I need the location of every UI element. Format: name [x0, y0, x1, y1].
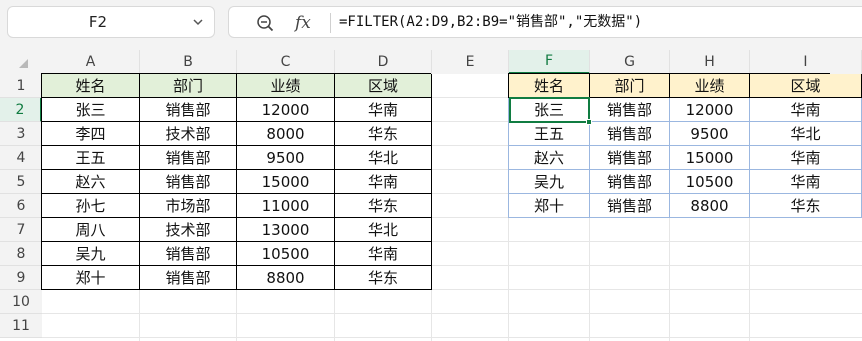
source-data-cell[interactable]: 11000 [237, 194, 335, 218]
source-data-cell[interactable]: 13000 [237, 218, 335, 242]
source-data-cell[interactable]: 华东 [335, 266, 432, 290]
source-header-cell[interactable]: 区域 [335, 74, 432, 98]
source-data-cell[interactable]: 销售部 [140, 98, 237, 122]
result-data-cell[interactable]: 张三 [509, 98, 590, 122]
row-header-8[interactable]: 8 [0, 242, 42, 266]
result-header-cell[interactable]: 部门 [590, 74, 670, 98]
gridline-row [42, 313, 862, 314]
select-all-corner[interactable] [0, 50, 42, 74]
result-data-cell[interactable]: 8800 [670, 194, 750, 218]
source-data-cell[interactable]: 销售部 [140, 242, 237, 266]
gridline-row [42, 337, 862, 338]
source-data-cell[interactable]: 华东 [335, 194, 432, 218]
source-data-cell[interactable]: 销售部 [140, 146, 237, 170]
row-header-6[interactable]: 6 [0, 194, 42, 218]
result-header-cell[interactable]: 姓名 [509, 74, 590, 98]
result-data-cell[interactable]: 华南 [750, 146, 862, 170]
result-data-cell[interactable]: 王五 [509, 122, 590, 146]
column-header-g[interactable]: G [590, 50, 670, 74]
source-data-cell[interactable]: 15000 [237, 170, 335, 194]
result-data-cell[interactable]: 销售部 [590, 98, 670, 122]
source-data-cell[interactable]: 10500 [237, 242, 335, 266]
row-header-4[interactable]: 4 [0, 146, 42, 170]
column-header-i[interactable]: I [750, 50, 862, 74]
source-data-cell[interactable]: 王五 [42, 146, 140, 170]
source-data-cell[interactable]: 华北 [335, 218, 432, 242]
source-data-cell[interactable]: 赵六 [42, 170, 140, 194]
chevron-down-icon[interactable] [192, 16, 204, 28]
source-data-cell[interactable]: 周八 [42, 218, 140, 242]
source-data-cell[interactable]: 孙七 [42, 194, 140, 218]
column-header-h[interactable]: H [670, 50, 750, 74]
name-box[interactable]: F2 [7, 6, 215, 38]
source-data-cell[interactable]: 销售部 [140, 266, 237, 290]
result-data-cell[interactable]: 华南 [750, 98, 862, 122]
row-header-11[interactable]: 11 [0, 314, 42, 338]
row-header-5[interactable]: 5 [0, 170, 42, 194]
source-data-cell[interactable]: 技术部 [140, 218, 237, 242]
source-data-cell[interactable]: 华南 [335, 170, 432, 194]
source-header-cell[interactable]: 部门 [140, 74, 237, 98]
result-data-cell[interactable]: 9500 [670, 122, 750, 146]
row-header-1[interactable]: 1 [0, 74, 42, 98]
row-header-2[interactable]: 2 [0, 98, 42, 122]
column-header-c[interactable]: C [237, 50, 335, 74]
result-data-cell[interactable]: 赵六 [509, 146, 590, 170]
result-data-cell[interactable]: 华北 [750, 122, 862, 146]
source-data-cell[interactable]: 张三 [42, 98, 140, 122]
source-data-cell[interactable]: 9500 [237, 146, 335, 170]
formula-divider [330, 13, 331, 33]
result-data-cell[interactable]: 10500 [670, 170, 750, 194]
row-header-9[interactable]: 9 [0, 266, 42, 290]
formula-bar[interactable]: fx =FILTER(A2:D9,B2:B9="销售部","无数据") [228, 6, 862, 38]
zoom-icon[interactable] [256, 14, 274, 32]
row-header-10[interactable]: 10 [0, 290, 42, 314]
result-data-cell[interactable]: 吴九 [509, 170, 590, 194]
result-header-cell[interactable]: 业绩 [670, 74, 750, 98]
fx-icon[interactable]: fx [295, 10, 311, 36]
result-data-cell[interactable]: 销售部 [590, 194, 670, 218]
result-data-cell[interactable]: 15000 [670, 146, 750, 170]
source-data-cell[interactable]: 市场部 [140, 194, 237, 218]
source-data-cell[interactable]: 销售部 [140, 170, 237, 194]
source-data-cell[interactable]: 12000 [237, 98, 335, 122]
source-data-cell[interactable]: 吴九 [42, 242, 140, 266]
column-header-b[interactable]: B [140, 50, 237, 74]
result-data-cell[interactable]: 华东 [750, 194, 862, 218]
result-data-cell[interactable]: 销售部 [590, 146, 670, 170]
source-data-cell[interactable]: 郑十 [42, 266, 140, 290]
column-header-f[interactable]: F [509, 50, 590, 74]
source-data-cell[interactable]: 技术部 [140, 122, 237, 146]
column-header-e[interactable]: E [432, 50, 509, 74]
source-data-cell[interactable]: 华南 [335, 242, 432, 266]
result-data-cell[interactable]: 12000 [670, 98, 750, 122]
source-header-cell[interactable]: 姓名 [42, 74, 140, 98]
source-data-cell[interactable]: 华东 [335, 122, 432, 146]
fill-handle[interactable] [586, 119, 592, 125]
row-header-3[interactable]: 3 [0, 122, 42, 146]
formula-input[interactable]: =FILTER(A2:D9,B2:B9="销售部","无数据") [339, 7, 642, 37]
result-data-cell[interactable]: 华南 [750, 170, 862, 194]
formula-toolbar: F2 fx =FILTER(A2:D9,B2:B9="销售部","无数据") [0, 0, 862, 50]
source-header-cell[interactable]: 业绩 [237, 74, 335, 98]
source-data-cell[interactable]: 华北 [335, 146, 432, 170]
column-header-a[interactable]: A [42, 50, 140, 74]
row-header-7[interactable]: 7 [0, 218, 42, 242]
column-header-d[interactable]: D [335, 50, 432, 74]
source-data-cell[interactable]: 8800 [237, 266, 335, 290]
source-data-cell[interactable]: 华南 [335, 98, 432, 122]
result-data-cell[interactable]: 郑十 [509, 194, 590, 218]
result-header-cell[interactable]: 区域 [750, 74, 862, 98]
source-data-cell[interactable]: 李四 [42, 122, 140, 146]
name-box-value: F2 [88, 13, 108, 31]
result-data-cell[interactable]: 销售部 [590, 122, 670, 146]
result-data-cell[interactable]: 销售部 [590, 170, 670, 194]
source-data-cell[interactable]: 8000 [237, 122, 335, 146]
select-all-triangle-icon [19, 59, 28, 68]
